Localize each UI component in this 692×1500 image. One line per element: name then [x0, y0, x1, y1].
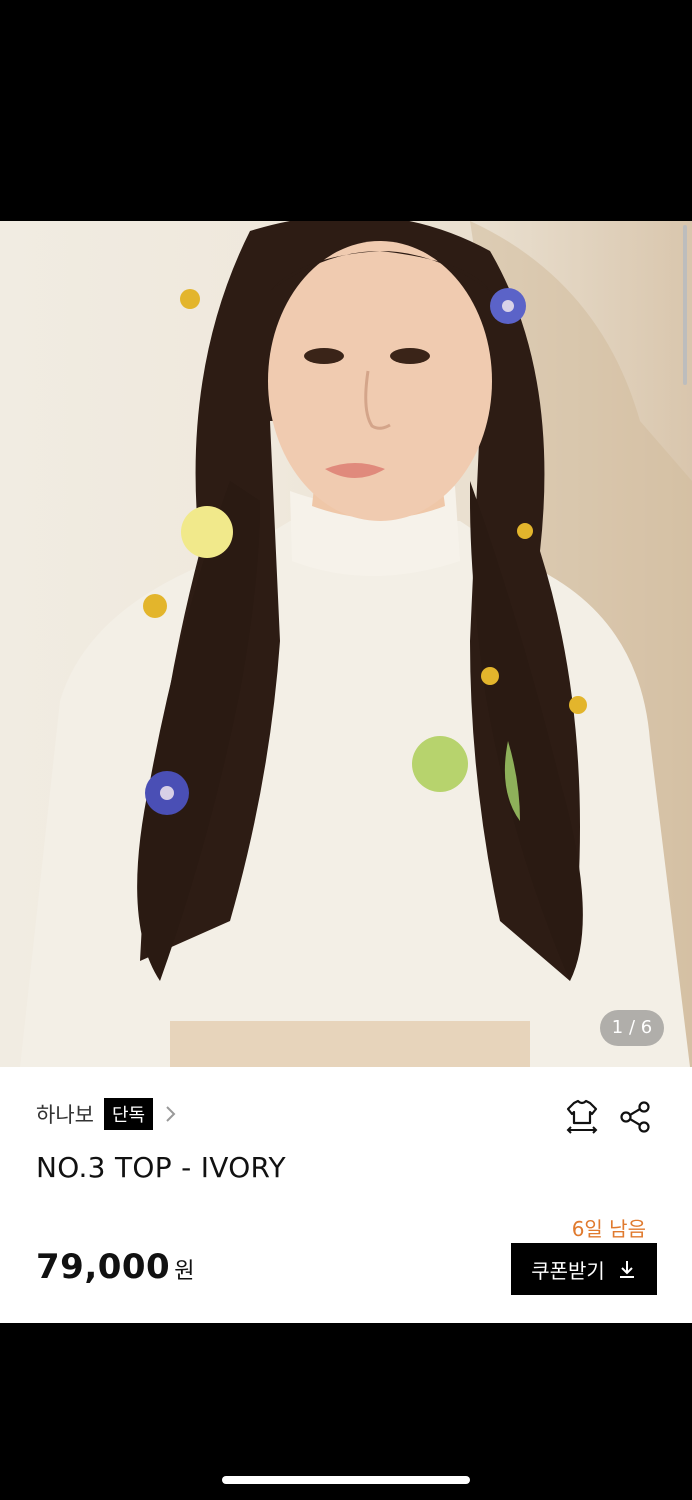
brand-name[interactable]: 하나보: [36, 1099, 94, 1129]
price-value: 79,000: [36, 1247, 171, 1287]
home-indicator[interactable]: [222, 1476, 470, 1484]
size-guide-shirt-icon[interactable]: [562, 1097, 602, 1137]
chevron-right-icon[interactable]: [161, 1105, 179, 1123]
product-title: NO.3 TOP - IVORY: [36, 1151, 286, 1184]
product-photo-illustration: [20, 221, 692, 1067]
exclusive-badge: 단독: [103, 1098, 154, 1130]
coupon-days-left: 6일 남음: [571, 1217, 646, 1241]
share-icon[interactable]: [616, 1097, 656, 1137]
top-black-area: [0, 0, 692, 221]
product-info-panel: 하나보 단독 NO.3 TOP - IVORY 6일 남음 79,000 원 쿠…: [0, 1067, 692, 1323]
brand-row[interactable]: 하나보 단독: [36, 1097, 179, 1131]
product-image[interactable]: [0, 221, 692, 1067]
coupon-button[interactable]: 쿠폰받기: [511, 1243, 657, 1295]
download-icon: [619, 1261, 634, 1278]
image-counter: 1 / 6: [600, 1010, 664, 1046]
coupon-button-label: 쿠폰받기: [531, 1258, 605, 1283]
scrollbar[interactable]: [683, 225, 687, 385]
price-currency: 원: [174, 1259, 195, 1284]
price-row: 79,000 원: [36, 1247, 194, 1287]
